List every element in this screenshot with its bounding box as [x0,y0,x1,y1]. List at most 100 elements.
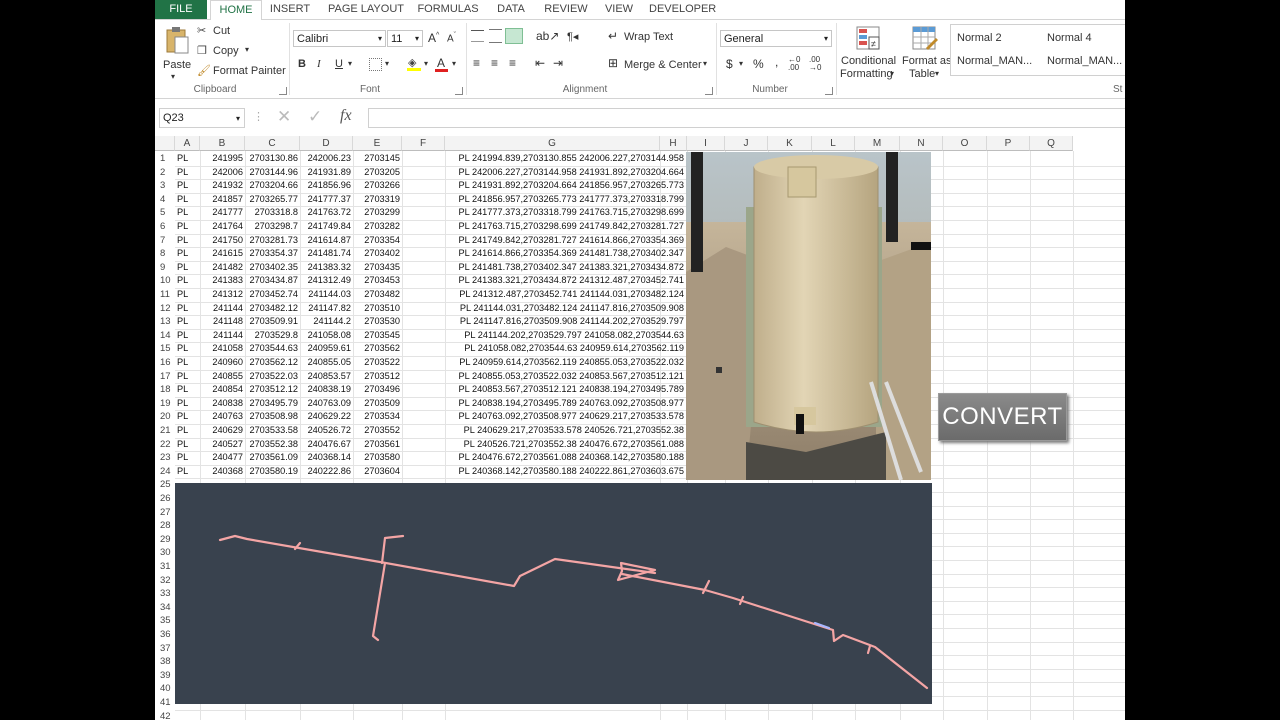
cell-c-20[interactable]: 2703508.98 [245,410,300,424]
row-header[interactable]: 29 [155,533,175,547]
align-center-icon[interactable]: ≡ [491,56,498,70]
convert-button[interactable]: CONVERT [938,393,1067,441]
format-as-table-button[interactable]: Format as Table ▾ [900,24,952,84]
cell-e-20[interactable]: 2703534 [353,410,402,424]
cell-b-4[interactable]: 241857 [200,193,245,207]
cell-b-9[interactable]: 241482 [200,261,245,275]
cell-e-19[interactable]: 2703509 [353,397,402,411]
cell-d-11[interactable]: 241144.03 [300,288,353,302]
cell-e-7[interactable]: 2703354 [353,234,402,248]
cell-d-5[interactable]: 241763.72 [300,206,353,220]
comma-button[interactable]: , [775,55,778,69]
style-normal-4[interactable]: Normal 4 [1047,32,1092,44]
cell-a-12[interactable]: PL [175,302,200,316]
cell-a-21[interactable]: PL [175,424,200,438]
row-header[interactable]: 17 [155,370,175,384]
cell-g-18[interactable]: PL 240853.567,2703512.121 240838.194,270… [445,383,686,397]
cell-c-2[interactable]: 2703144.96 [245,166,300,180]
cell-d-4[interactable]: 241777.37 [300,193,353,207]
cell-g-24[interactable]: PL 240368.142,2703580.188 240222.861,270… [445,465,686,479]
merge-center-button[interactable]: Merge & Center [624,59,702,71]
cell-b-7[interactable]: 241750 [200,234,245,248]
column-header-f[interactable]: F [402,136,445,151]
row-header[interactable]: 19 [155,397,175,411]
cell-a-5[interactable]: PL [175,206,200,220]
cell-e-21[interactable]: 2703552 [353,424,402,438]
column-header-q[interactable]: Q [1030,136,1073,151]
font-color-dropdown-icon[interactable]: ▾ [452,59,456,68]
align-left-icon[interactable]: ≡ [473,56,480,70]
align-top-icon[interactable] [471,30,484,42]
cell-a-18[interactable]: PL [175,383,200,397]
cell-c-8[interactable]: 2703354.37 [245,247,300,261]
row-header[interactable]: 40 [155,682,175,696]
tab-formulas[interactable]: FORMULAS [417,0,479,19]
row-header[interactable]: 38 [155,655,175,669]
cell-d-2[interactable]: 241931.89 [300,166,353,180]
underline-dropdown-icon[interactable]: ▾ [348,59,352,68]
tab-page-layout[interactable]: PAGE LAYOUT [327,0,405,19]
orientation-icon[interactable]: ab↗ [536,29,559,43]
copy-button[interactable]: ❐ Copy ▾ [197,44,267,60]
font-size-select[interactable]: 11 ▾ [387,30,423,47]
cell-c-11[interactable]: 2703452.74 [245,288,300,302]
tab-review[interactable]: REVIEW [543,0,589,19]
cell-e-17[interactable]: 2703512 [353,370,402,384]
row-header[interactable]: 15 [155,342,175,356]
fill-color-icon[interactable]: ◈ [407,56,421,72]
select-all-corner[interactable] [155,136,175,151]
borders-dropdown-icon[interactable]: ▾ [385,59,389,68]
cell-e-5[interactable]: 2703299 [353,206,402,220]
cell-b-5[interactable]: 241777 [200,206,245,220]
cell-a-20[interactable]: PL [175,410,200,424]
cell-d-9[interactable]: 241383.32 [300,261,353,275]
cell-g-2[interactable]: PL 242006.227,2703144.958 241931.892,270… [445,166,686,180]
row-header[interactable]: 2 [155,166,175,180]
cell-c-16[interactable]: 2703562.12 [245,356,300,370]
column-header-a[interactable]: A [175,136,200,151]
formula-input[interactable] [368,108,1125,128]
cell-a-17[interactable]: PL [175,370,200,384]
cell-g-11[interactable]: PL 241312.487,2703452.741 241144.031,270… [445,288,686,302]
cell-d-1[interactable]: 242006.23 [300,152,353,166]
cell-b-23[interactable]: 240477 [200,451,245,465]
cell-d-17[interactable]: 240853.57 [300,370,353,384]
cell-e-23[interactable]: 2703580 [353,451,402,465]
cell-c-6[interactable]: 2703298.7 [245,220,300,234]
cell-g-23[interactable]: PL 240476.672,2703561.088 240368.142,270… [445,451,686,465]
row-header[interactable]: 37 [155,642,175,656]
column-header-d[interactable]: D [300,136,353,151]
cell-c-19[interactable]: 2703495.79 [245,397,300,411]
cut-button[interactable]: ✂ Cut [197,24,257,40]
column-header-e[interactable]: E [353,136,402,151]
cell-b-24[interactable]: 240368 [200,465,245,479]
cell-c-15[interactable]: 2703544.63 [245,342,300,356]
wrap-text-icon[interactable]: ↵ [608,29,618,43]
cell-e-16[interactable]: 2703522 [353,356,402,370]
cell-c-18[interactable]: 2703512.12 [245,383,300,397]
enter-icon[interactable]: ✓ [308,107,322,127]
cell-a-11[interactable]: PL [175,288,200,302]
row-header[interactable]: 3 [155,179,175,193]
row-header[interactable]: 16 [155,356,175,370]
cell-b-15[interactable]: 241058 [200,342,245,356]
row-header[interactable]: 20 [155,410,175,424]
cell-d-10[interactable]: 241312.49 [300,274,353,288]
column-header-k[interactable]: K [768,136,812,151]
format-painter-button[interactable]: 🖌 Format Painter [197,64,287,80]
row-header[interactable]: 8 [155,247,175,261]
row-header[interactable]: 22 [155,438,175,452]
cell-c-12[interactable]: 2703482.12 [245,302,300,316]
cell-d-3[interactable]: 241856.96 [300,179,353,193]
column-header-c[interactable]: C [245,136,300,151]
column-header-o[interactable]: O [943,136,987,151]
cell-c-5[interactable]: 2703318.8 [245,206,300,220]
row-header[interactable]: 5 [155,206,175,220]
drag-handle-icon[interactable]: ⋮ [253,110,264,123]
style-normal-man-1[interactable]: Normal_MAN... [957,55,1032,67]
font-launcher-icon[interactable] [455,87,463,95]
cell-a-3[interactable]: PL [175,179,200,193]
clipboard-launcher-icon[interactable] [279,87,287,95]
cell-d-16[interactable]: 240855.05 [300,356,353,370]
cell-g-3[interactable]: PL 241931.892,2703204.664 241856.957,270… [445,179,686,193]
